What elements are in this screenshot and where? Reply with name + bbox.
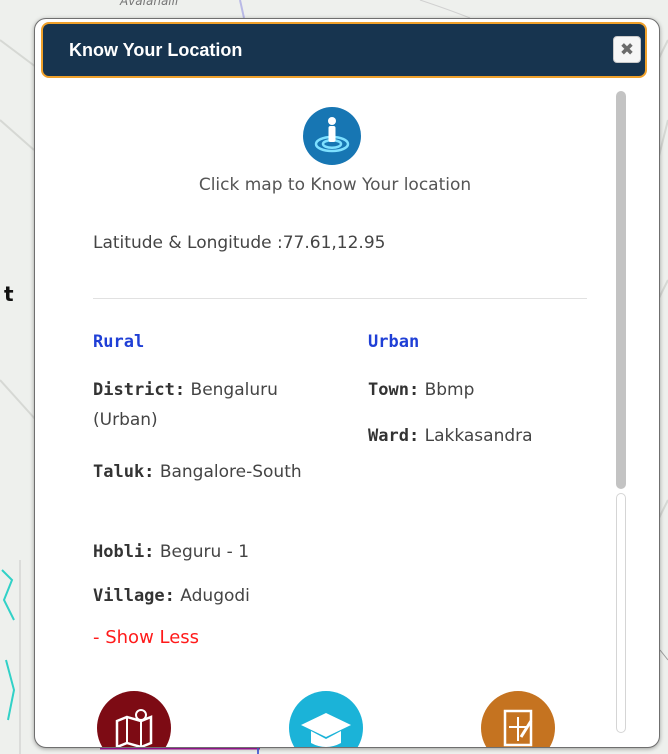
village-field: Village: Adugodi <box>93 581 323 611</box>
scrollbar-track <box>616 493 626 733</box>
map-icon[interactable] <box>97 691 171 747</box>
instruction-text: Click map to Know Your location <box>198 175 472 195</box>
hobli-key: Hobli: <box>93 542 155 562</box>
lat-long-label: Latitude & Longitude : <box>93 233 283 253</box>
urban-heading: Urban <box>368 332 420 352</box>
ward-value: Lakkasandra <box>419 426 533 446</box>
map-partial-label: t <box>4 282 14 306</box>
village-key: Village: <box>93 586 175 606</box>
village-value: Adugodi <box>174 586 250 606</box>
town-field: Town: Bbmp <box>368 375 608 405</box>
hobli-value: Beguru - 1 <box>154 542 250 562</box>
taluk-value: Bangalore-South <box>154 462 302 482</box>
know-your-location-panel: Know Your Location ✖ Click map to Know Y… <box>34 18 660 748</box>
district-key: District: <box>93 380 186 400</box>
taluk-field: Taluk: Bangalore-South <box>93 457 323 487</box>
location-pin-icon[interactable] <box>303 107 361 165</box>
graduation-cap-icon[interactable] <box>289 691 363 747</box>
panel-header: Know Your Location ✖ <box>41 22 647 78</box>
district-field: District: Bengaluru (Urban) <box>93 375 323 435</box>
town-key: Town: <box>368 380 420 400</box>
panel-title: Know Your Location <box>69 40 243 60</box>
town-value: Bbmp <box>419 380 475 400</box>
scrollbar-thumb[interactable] <box>616 91 626 489</box>
rural-heading: Rural <box>93 332 145 352</box>
ward-key: Ward: <box>368 426 420 446</box>
taluk-key: Taluk: <box>93 462 155 482</box>
hobli-field: Hobli: Beguru - 1 <box>93 537 323 567</box>
close-button[interactable]: ✖ <box>613 36 641 63</box>
show-less-link[interactable]: - Show Less <box>93 627 199 648</box>
ward-field: Ward: Lakkasandra <box>368 421 608 451</box>
section-divider <box>93 298 587 299</box>
lat-long-readout: Latitude & Longitude :77.61,12.95 <box>93 233 385 253</box>
document-edit-icon[interactable] <box>481 691 555 747</box>
close-icon: ✖ <box>619 39 635 60</box>
map-place-label: Avalahalli <box>120 0 179 8</box>
lat-long-value: 77.61,12.95 <box>282 233 386 253</box>
